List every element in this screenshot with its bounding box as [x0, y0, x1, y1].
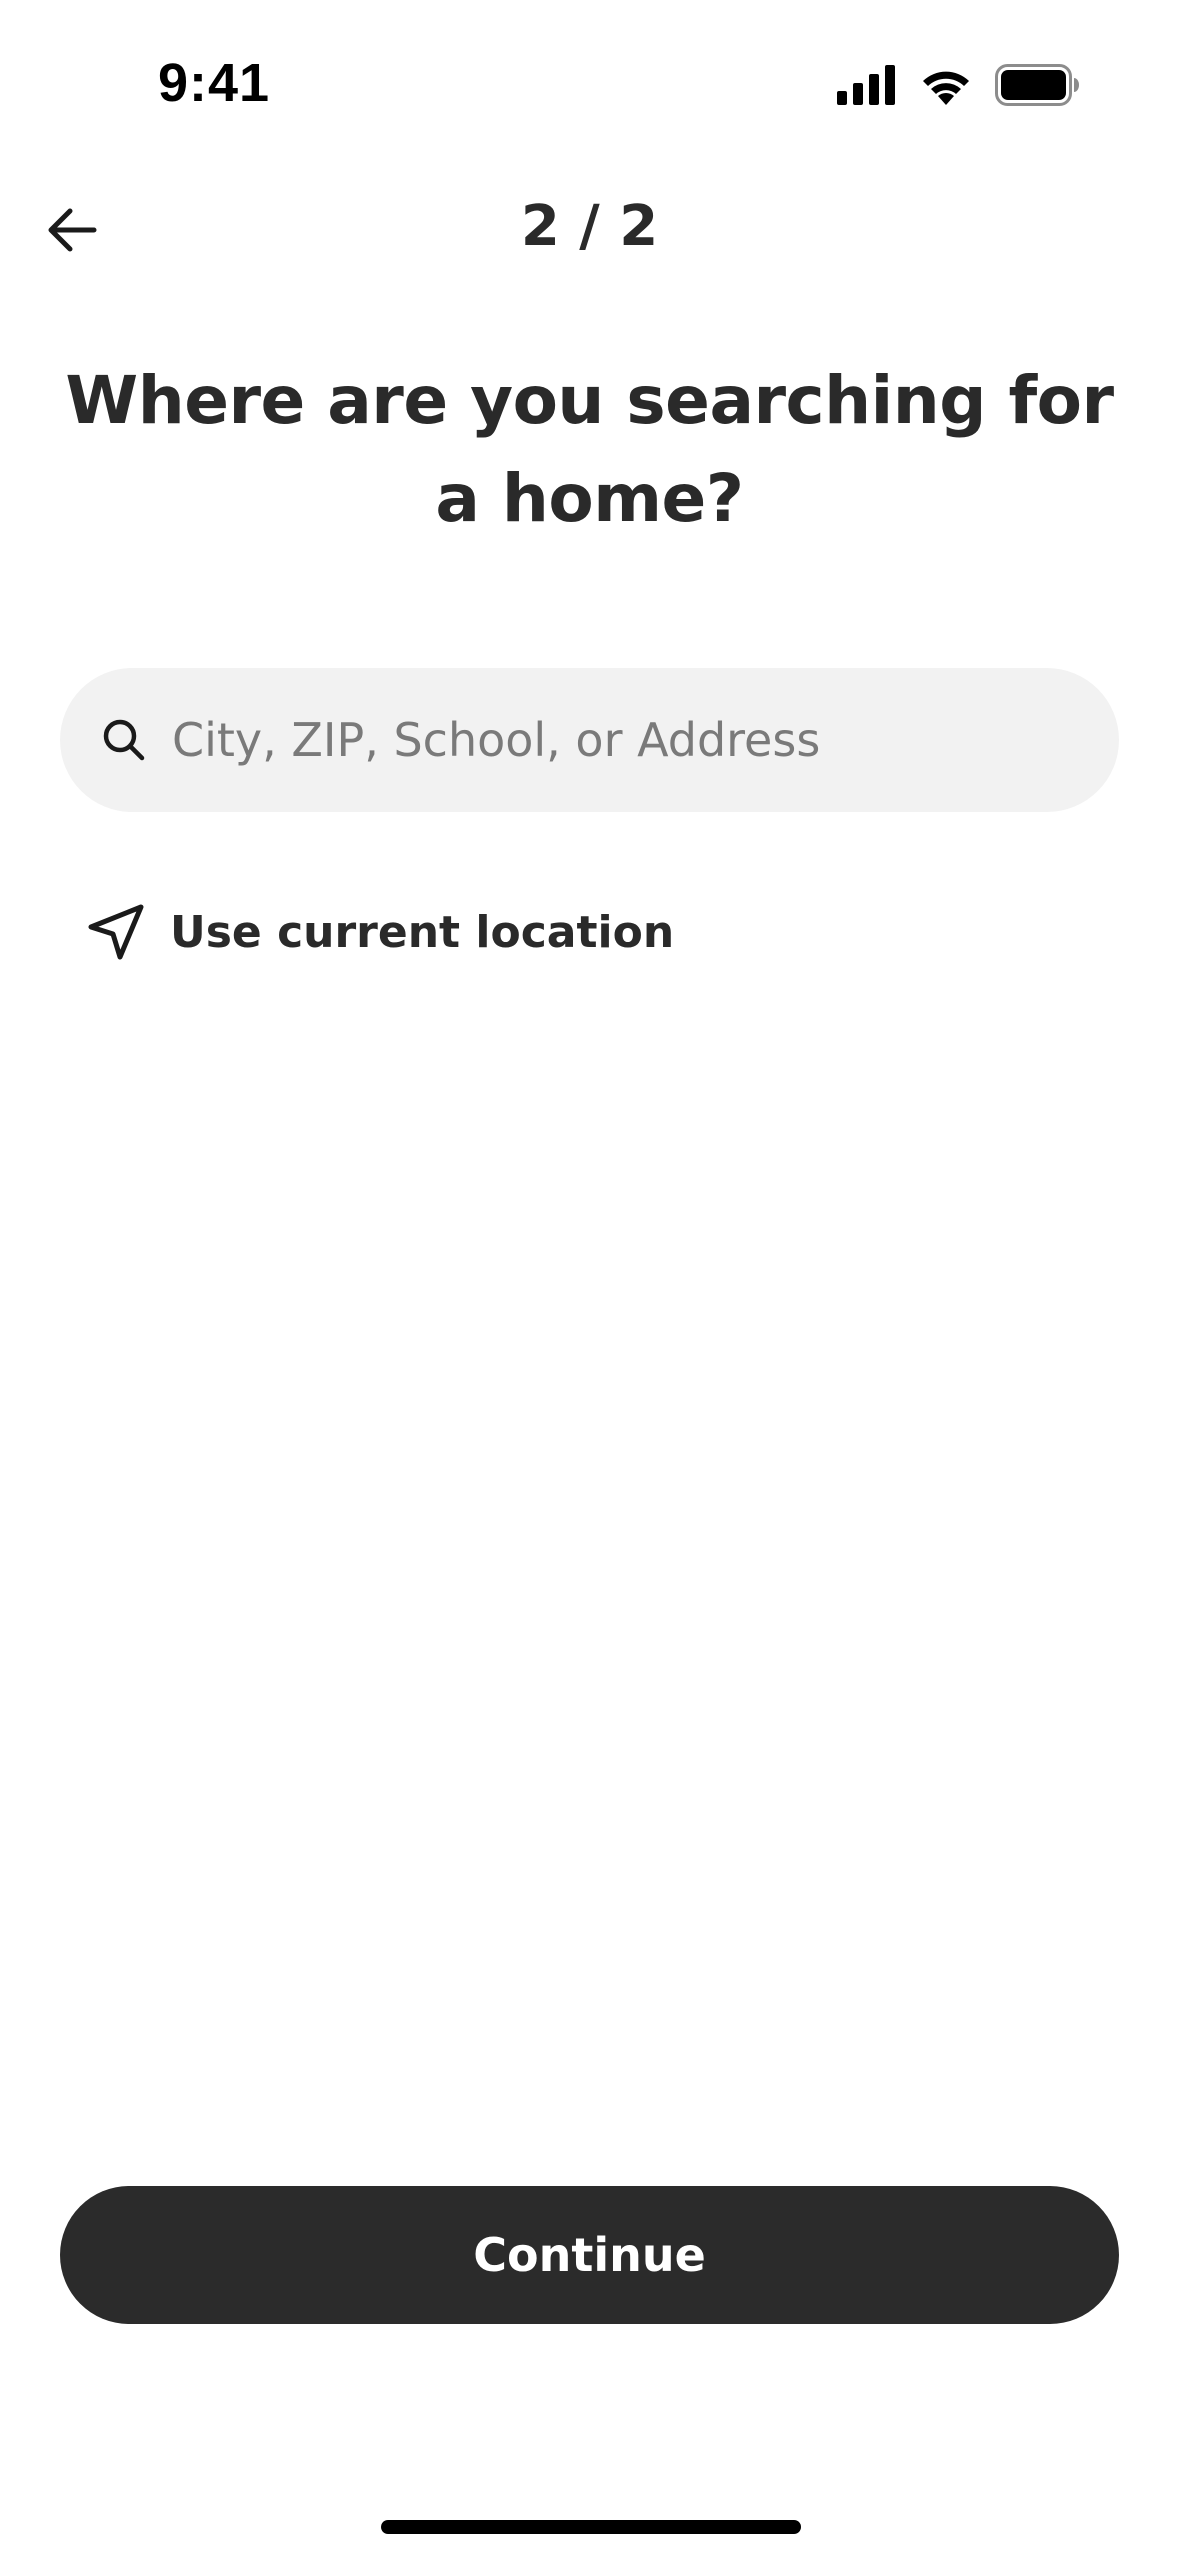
page-title: Where are you searching for a home?	[60, 352, 1119, 548]
search-icon	[98, 714, 150, 766]
navigation-arrow-icon	[84, 900, 148, 964]
continue-button[interactable]: Continue	[60, 2186, 1119, 2324]
use-current-location-label: Use current location	[170, 906, 675, 958]
search-box[interactable]	[60, 668, 1119, 812]
cellular-signal-icon	[837, 65, 897, 109]
step-indicator: 2 / 2	[520, 194, 659, 259]
search-input[interactable]	[172, 713, 1072, 767]
page-title-line-2: a home?	[435, 460, 744, 537]
battery-icon	[995, 64, 1079, 110]
status-bar: 9:41	[0, 0, 1179, 150]
status-time: 9:41	[158, 53, 271, 113]
page-title-line-1: Where are you searching for	[65, 362, 1114, 439]
use-current-location-button[interactable]: Use current location	[84, 896, 674, 968]
header: 2 / 2	[0, 180, 1179, 280]
status-icons	[837, 64, 1079, 110]
home-indicator[interactable]	[381, 2520, 801, 2534]
wifi-icon	[919, 65, 973, 109]
